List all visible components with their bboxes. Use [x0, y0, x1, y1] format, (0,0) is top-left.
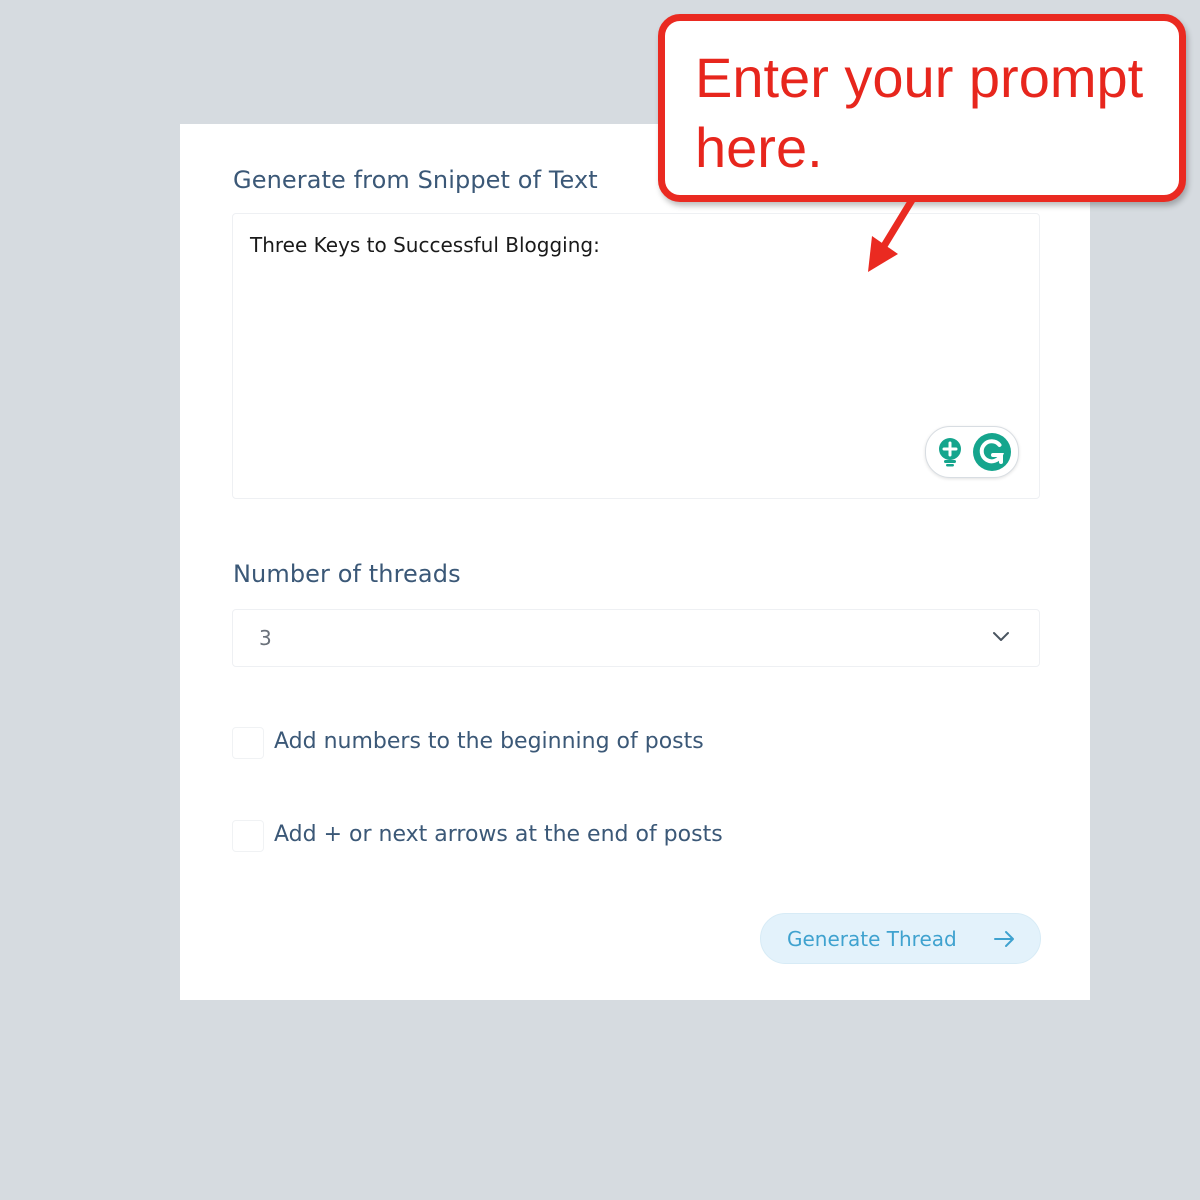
- annotation-text: Enter your prompt here.: [695, 46, 1144, 179]
- threads-label: Number of threads: [233, 560, 461, 588]
- arrow-right-icon: [994, 931, 1014, 947]
- grammarly-g-icon[interactable]: [972, 432, 1012, 472]
- generate-thread-label: Generate Thread: [787, 927, 957, 951]
- numbers-checkbox[interactable]: [232, 727, 264, 759]
- snippet-text-value: Three Keys to Successful Blogging:: [250, 233, 600, 257]
- threads-selected-value: 3: [259, 626, 272, 650]
- snippet-label: Generate from Snippet of Text: [233, 166, 598, 194]
- annotation-callout: Enter your prompt here.: [658, 14, 1186, 202]
- chevron-down-icon: [993, 632, 1009, 641]
- annotation-pointer-arrow: [868, 196, 916, 272]
- arrows-checkbox-label[interactable]: Add + or next arrows at the end of posts: [274, 822, 723, 847]
- arrows-option-row: Add + or next arrows at the end of posts: [232, 818, 932, 858]
- threads-select[interactable]: 3: [232, 609, 1040, 667]
- arrows-checkbox[interactable]: [232, 820, 264, 852]
- numbers-option-row: Add numbers to the beginning of posts: [232, 725, 932, 765]
- generate-thread-button[interactable]: Generate Thread: [760, 913, 1041, 964]
- grammarly-widget[interactable]: [925, 426, 1019, 478]
- thread-generator-card: Generate from Snippet of Text Three Keys…: [180, 124, 1090, 1000]
- lightbulb-icon[interactable]: [936, 437, 964, 467]
- numbers-checkbox-label[interactable]: Add numbers to the beginning of posts: [274, 729, 704, 754]
